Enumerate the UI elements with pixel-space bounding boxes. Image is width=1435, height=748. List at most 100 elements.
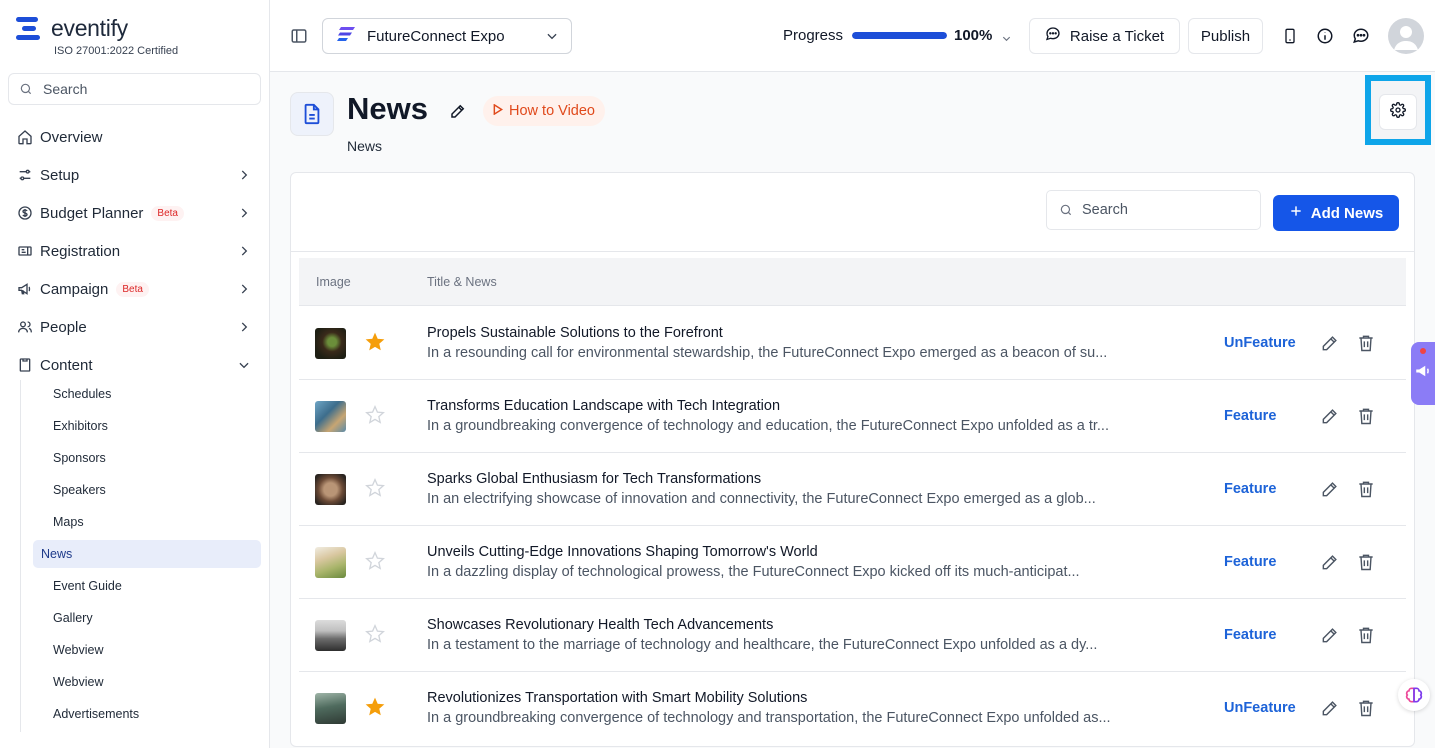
star-outline-icon[interactable] — [365, 405, 385, 430]
settings-highlight — [1365, 75, 1431, 145]
how-to-video-button[interactable]: How to Video — [483, 96, 605, 126]
submenu-item-advertisements[interactable]: Advertisements — [33, 700, 261, 728]
edit-icon[interactable] — [1320, 625, 1340, 650]
edit-title-icon[interactable] — [449, 102, 467, 125]
sidebar-item-label: Budget Planner — [40, 204, 144, 222]
news-description: In a resounding call for environmental s… — [427, 345, 1108, 361]
sidebar-item-label: Campaign — [40, 280, 109, 298]
sidebar-search-input[interactable] — [43, 81, 243, 97]
add-news-label: Add News — [1310, 204, 1384, 222]
user-avatar[interactable] — [1388, 18, 1424, 54]
news-search-input[interactable] — [1082, 202, 1252, 218]
sidebar-nav: Overview Setup Budget Planner Beta Regis… — [0, 118, 269, 384]
megaphone-icon — [1414, 362, 1432, 385]
news-title: Revolutionizes Transportation with Smart… — [427, 690, 808, 706]
news-description: In a testament to the marriage of techno… — [427, 637, 1098, 653]
trash-icon[interactable] — [1356, 698, 1376, 723]
info-icon[interactable] — [1315, 26, 1335, 46]
submenu-item-gallery[interactable]: Gallery — [33, 604, 261, 632]
sidebar: eventify ISO 27001:2022 Certified Overvi… — [0, 0, 270, 748]
submenu-item-webview[interactable]: Webview — [33, 636, 261, 664]
sidebar-item-setup[interactable]: Setup — [0, 156, 269, 194]
trash-icon[interactable] — [1356, 625, 1376, 650]
edit-icon[interactable] — [1320, 698, 1340, 723]
news-thumbnail — [315, 693, 346, 724]
trash-icon[interactable] — [1356, 333, 1376, 358]
ai-assistant-icon[interactable] — [1398, 679, 1430, 711]
event-logo-icon — [337, 26, 357, 46]
news-title: Propels Sustainable Solutions to the For… — [427, 325, 723, 341]
sidebar-item-content[interactable]: Content — [0, 346, 269, 384]
sidebar-item-campaign[interactable]: Campaign Beta — [0, 270, 269, 308]
submenu-item-maps[interactable]: Maps — [33, 508, 261, 536]
eventify-logo-icon — [16, 16, 42, 41]
star-outline-icon[interactable] — [365, 624, 385, 649]
submenu-item-sponsors[interactable]: Sponsors — [33, 444, 261, 472]
sidebar-item-overview[interactable]: Overview — [0, 118, 269, 156]
sidebar-toggle-icon[interactable] — [290, 27, 308, 50]
submenu-item-speakers[interactable]: Speakers — [33, 476, 261, 504]
sidebar-item-people[interactable]: People — [0, 308, 269, 346]
news-table-body: Propels Sustainable Solutions to the For… — [299, 307, 1406, 745]
content-icon — [16, 357, 33, 374]
star-outline-icon[interactable] — [365, 551, 385, 576]
news-document-icon — [290, 92, 334, 136]
event-selector[interactable]: FutureConnect Expo — [322, 18, 572, 54]
sidebar-item-registration[interactable]: Registration — [0, 232, 269, 270]
news-title: Unveils Cutting-Edge Innovations Shaping… — [427, 544, 818, 560]
plus-icon — [1289, 204, 1303, 222]
feature-button[interactable]: Feature — [1224, 408, 1276, 424]
chevron-down-icon — [545, 29, 559, 43]
submenu-item-news[interactable]: News — [33, 540, 261, 568]
feature-button[interactable]: Feature — [1224, 554, 1276, 570]
chat-bubble-icon — [1045, 26, 1061, 46]
sidebar-item-label: Content — [40, 356, 93, 374]
brand-name: eventify — [51, 15, 128, 41]
news-description: In an electrifying showcase of innovatio… — [427, 491, 1096, 507]
star-filled-icon[interactable] — [365, 332, 385, 357]
home-icon — [16, 129, 33, 146]
sidebar-item-budget-planner[interactable]: Budget Planner Beta — [0, 194, 269, 232]
star-outline-icon[interactable] — [365, 478, 385, 503]
unfeature-button[interactable]: UnFeature — [1224, 700, 1296, 716]
feature-button[interactable]: Feature — [1224, 627, 1276, 643]
news-search[interactable] — [1046, 190, 1261, 230]
edit-icon[interactable] — [1320, 406, 1340, 431]
edit-icon[interactable] — [1320, 552, 1340, 577]
table-row: Showcases Revolutionary Health Tech Adva… — [299, 599, 1406, 672]
page-subtitle: News — [347, 138, 383, 154]
progress-dropdown-icon[interactable] — [1001, 31, 1012, 49]
edit-icon[interactable] — [1320, 479, 1340, 504]
star-filled-icon[interactable] — [365, 697, 385, 722]
people-icon — [16, 319, 33, 336]
page-title: News — [347, 91, 428, 126]
edit-icon[interactable] — [1320, 333, 1340, 358]
mobile-preview-icon[interactable] — [1280, 26, 1300, 46]
trash-icon[interactable] — [1356, 406, 1376, 431]
content-submenu: Schedules Exhibitors Sponsors Speakers M… — [20, 380, 261, 732]
submenu-item-exhibitors[interactable]: Exhibitors — [33, 412, 261, 440]
logo[interactable]: eventify — [16, 15, 128, 42]
news-title: Sparks Global Enthusiasm for Tech Transf… — [427, 471, 762, 487]
table-row: Revolutionizes Transportation with Smart… — [299, 672, 1406, 745]
play-icon — [493, 103, 504, 119]
chevron-right-icon — [237, 282, 251, 296]
settings-button[interactable] — [1379, 94, 1417, 130]
submenu-item-schedules[interactable]: Schedules — [33, 380, 261, 408]
top-bar: FutureConnect Expo Progress 100% Raise a… — [270, 0, 1435, 72]
feature-button[interactable]: Feature — [1224, 481, 1276, 497]
unfeature-button[interactable]: UnFeature — [1224, 335, 1296, 351]
publish-button[interactable]: Publish — [1188, 18, 1263, 54]
add-news-button[interactable]: Add News — [1273, 195, 1399, 231]
trash-icon[interactable] — [1356, 552, 1376, 577]
main-content: News How to Video News Add News Image Ti… — [270, 72, 1435, 748]
news-description: In a dazzling display of technological p… — [427, 564, 1080, 580]
sidebar-search[interactable] — [8, 73, 261, 105]
chat-icon[interactable] — [1351, 26, 1371, 46]
raise-ticket-button[interactable]: Raise a Ticket — [1029, 18, 1180, 54]
submenu-item-webview-2[interactable]: Webview — [33, 668, 261, 696]
submenu-item-event-guide[interactable]: Event Guide — [33, 572, 261, 600]
event-name: FutureConnect Expo — [367, 27, 505, 45]
column-header-image: Image — [316, 275, 351, 289]
trash-icon[interactable] — [1356, 479, 1376, 504]
